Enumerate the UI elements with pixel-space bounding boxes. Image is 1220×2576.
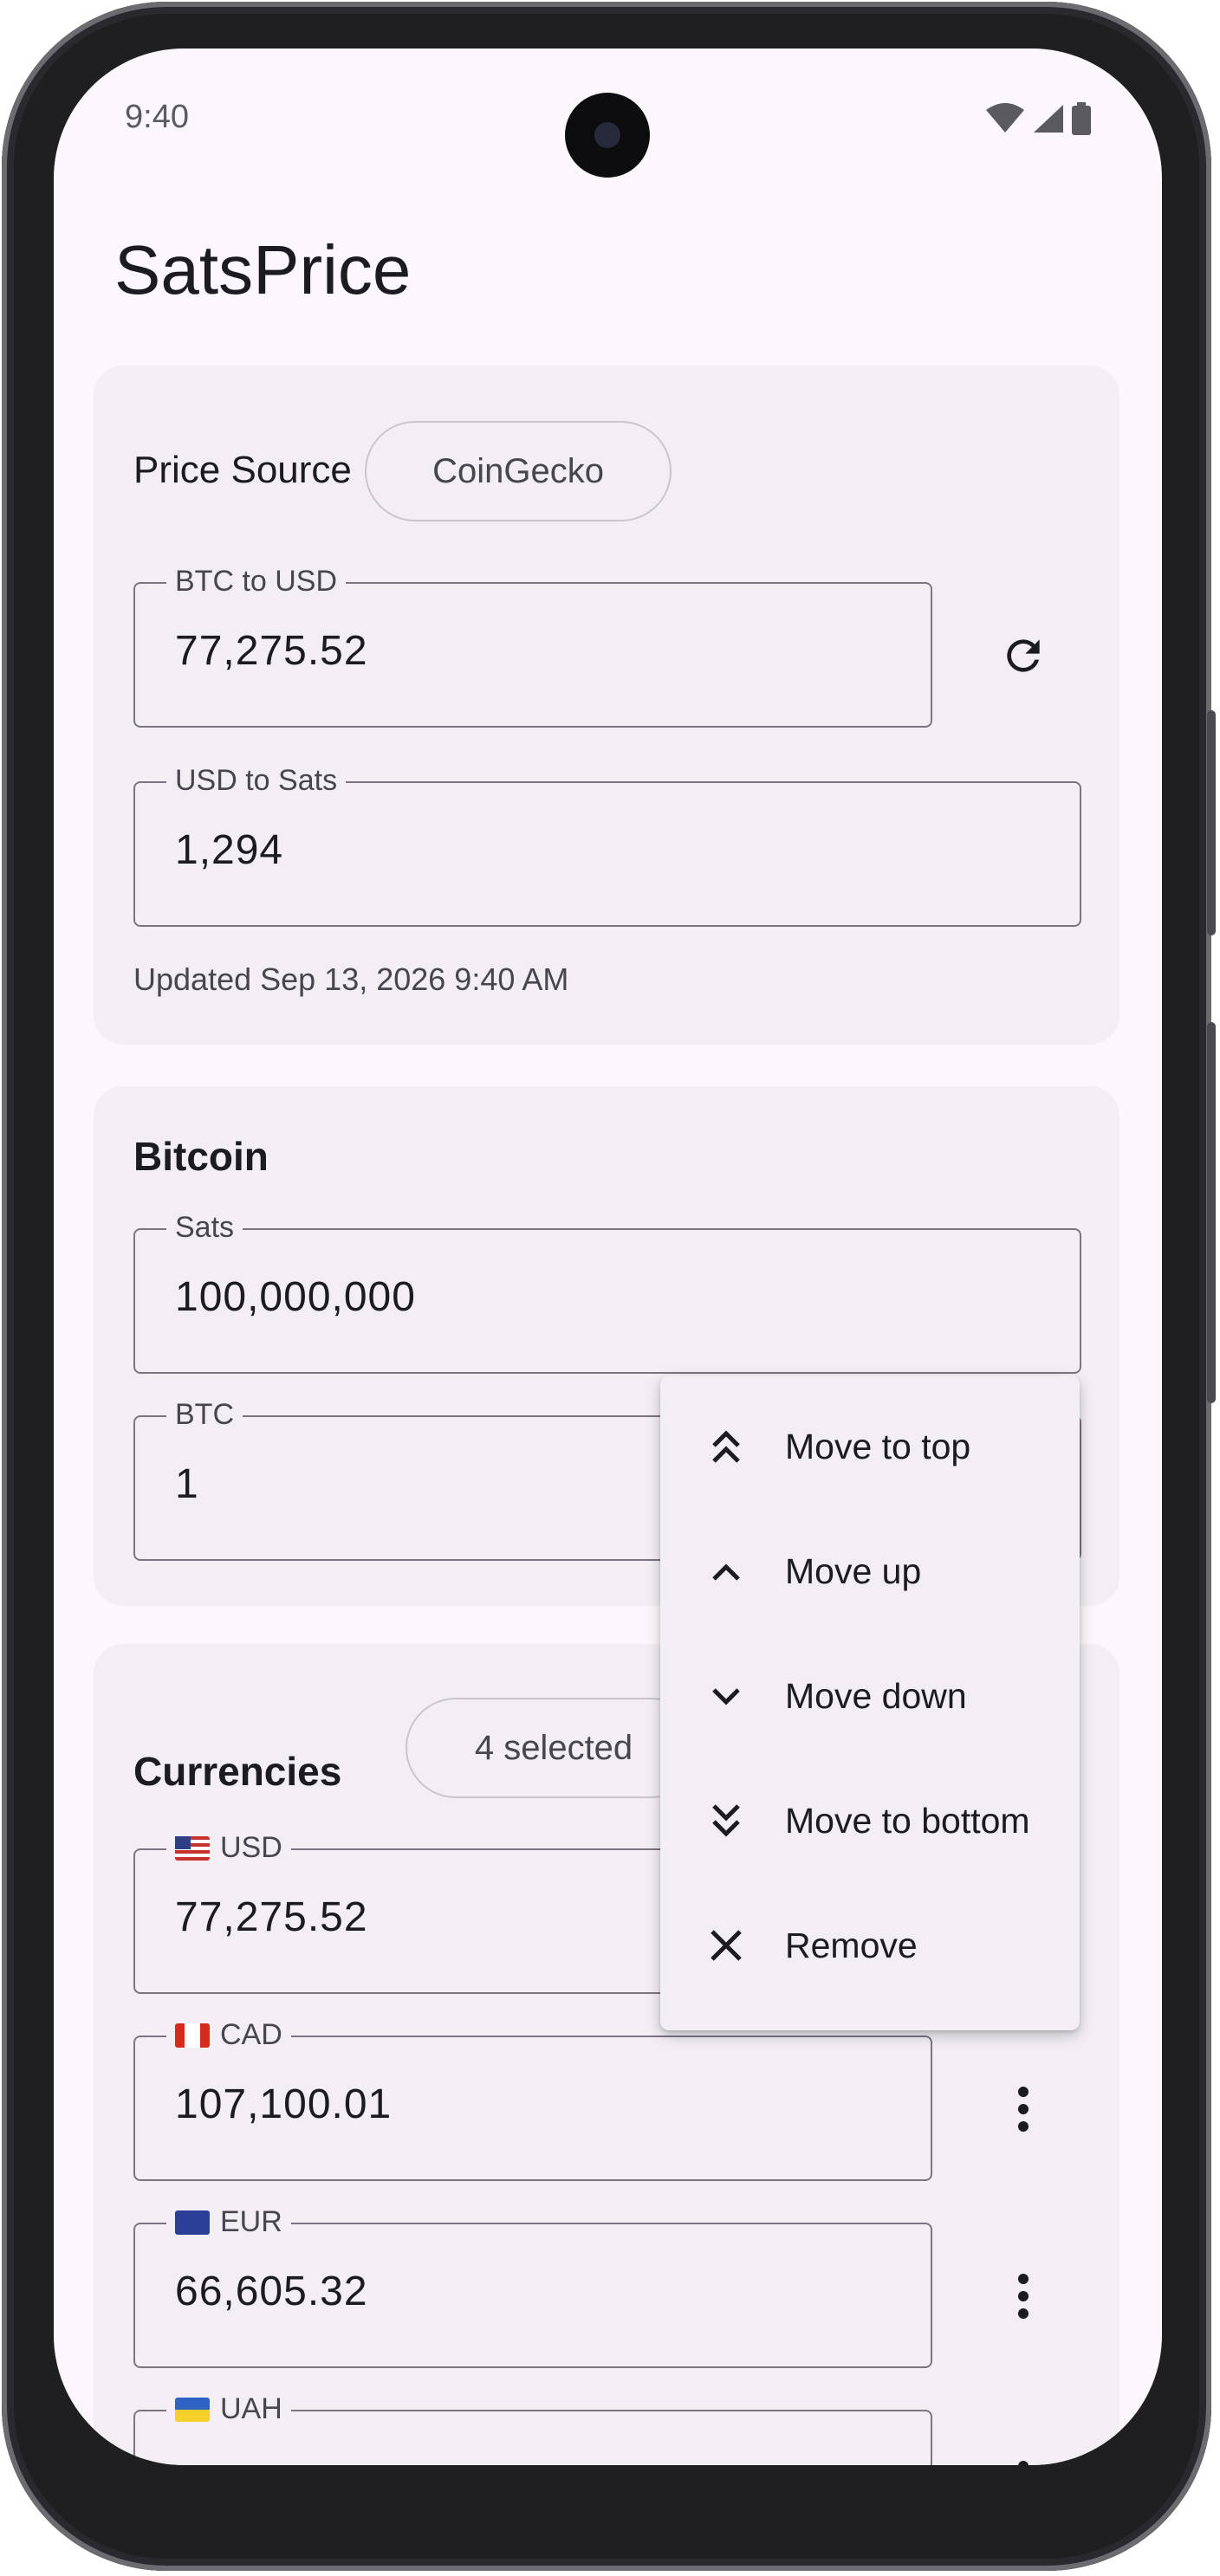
currency-label-usd: USD — [166, 1831, 291, 1865]
usd-to-sats-label: USD to Sats — [166, 764, 347, 798]
menu-item-move-down[interactable]: Move down — [660, 1634, 1080, 1758]
volume-button — [1207, 710, 1216, 935]
btc-label: BTC — [166, 1398, 243, 1432]
menu-label-move-to-bottom: Move to bottom — [785, 1800, 1030, 1841]
double-chevron-up-icon — [700, 1421, 752, 1472]
currency-label-eur: EUR — [166, 2205, 291, 2239]
sats-field[interactable]: Sats 100,000,000 — [133, 1211, 1081, 1374]
battery-icon — [1072, 102, 1091, 135]
price-card: Price Source CoinGecko BTC to USD 77,275… — [94, 366, 1119, 1045]
front-camera — [565, 93, 650, 178]
currency-menu-button-uah[interactable] — [984, 2444, 1062, 2465]
status-icons — [985, 102, 1091, 135]
currency-context-menu: Move to top Move up Move down Move to bo… — [660, 1375, 1080, 2030]
more-vert-icon — [1018, 2461, 1029, 2465]
ua-flag-icon — [175, 2398, 210, 2422]
price-source-chip[interactable]: CoinGecko — [365, 421, 672, 521]
menu-label-move-down: Move down — [785, 1675, 967, 1716]
double-chevron-down-icon — [700, 1795, 752, 1847]
chevron-down-icon — [700, 1670, 752, 1722]
menu-item-move-to-top[interactable]: Move to top — [660, 1384, 1080, 1509]
sats-label: Sats — [166, 1211, 243, 1245]
currency-field-uah[interactable]: UAH — [133, 2392, 932, 2465]
bottom-bezel — [54, 2465, 1162, 2569]
more-vert-icon — [1018, 2274, 1029, 2319]
currency-menu-button-cad[interactable] — [984, 2070, 1062, 2148]
currency-label-cad: CAD — [166, 2018, 291, 2052]
menu-label-move-to-top: Move to top — [785, 1426, 971, 1466]
btc-to-usd-value: 77,275.52 — [175, 628, 368, 674]
refresh-icon — [1007, 639, 1040, 672]
price-source-label: Price Source — [133, 449, 352, 491]
usd-to-sats-value: 1,294 — [175, 827, 284, 873]
close-icon — [700, 1919, 752, 1971]
btc-to-usd-label: BTC to USD — [166, 565, 347, 599]
currency-menu-button-eur[interactable] — [984, 2257, 1062, 2335]
menu-item-remove[interactable]: Remove — [660, 1883, 1080, 2008]
sats-value: 100,000,000 — [175, 1274, 416, 1320]
currency-value-usd: 77,275.52 — [175, 1894, 368, 1940]
usd-to-sats-field[interactable]: USD to Sats 1,294 — [133, 764, 1081, 927]
eu-flag-icon — [175, 2210, 210, 2235]
status-time: 9:40 — [125, 99, 189, 135]
btc-value: 1 — [175, 1461, 199, 1507]
menu-label-remove: Remove — [785, 1925, 918, 1965]
signal-icon — [1034, 105, 1063, 133]
screen: 9:40 SatsPrice Price Source CoinGecko BT… — [54, 49, 1162, 2465]
currency-value-eur: 66,605.32 — [175, 2269, 368, 2314]
updated-timestamp: Updated Sep 13, 2026 9:40 AM — [133, 961, 569, 997]
currency-value-cad: 107,100.01 — [175, 2081, 393, 2127]
ca-flag-icon — [175, 2023, 210, 2048]
chevron-up-icon — [700, 1545, 752, 1597]
power-button — [1207, 1022, 1216, 1403]
more-vert-icon — [1018, 2087, 1029, 2132]
currencies-selected-chip[interactable]: 4 selected — [406, 1698, 702, 1798]
us-flag-icon — [175, 1836, 210, 1861]
menu-item-move-up[interactable]: Move up — [660, 1509, 1080, 1634]
bitcoin-title: Bitcoin — [133, 1134, 269, 1179]
currency-field-cad[interactable]: CAD 107,100.01 — [133, 2018, 932, 2181]
btc-to-usd-field[interactable]: BTC to USD 77,275.52 — [133, 565, 932, 728]
menu-item-move-to-bottom[interactable]: Move to bottom — [660, 1758, 1080, 1883]
refresh-button[interactable] — [984, 617, 1062, 695]
currency-field-eur[interactable]: EUR 66,605.32 — [133, 2205, 932, 2368]
menu-label-move-up: Move up — [785, 1550, 922, 1591]
app-title: SatsPrice — [114, 231, 412, 308]
currency-label-uah: UAH — [166, 2392, 291, 2426]
wifi-icon — [986, 103, 1024, 133]
currencies-title: Currencies — [133, 1749, 342, 1794]
